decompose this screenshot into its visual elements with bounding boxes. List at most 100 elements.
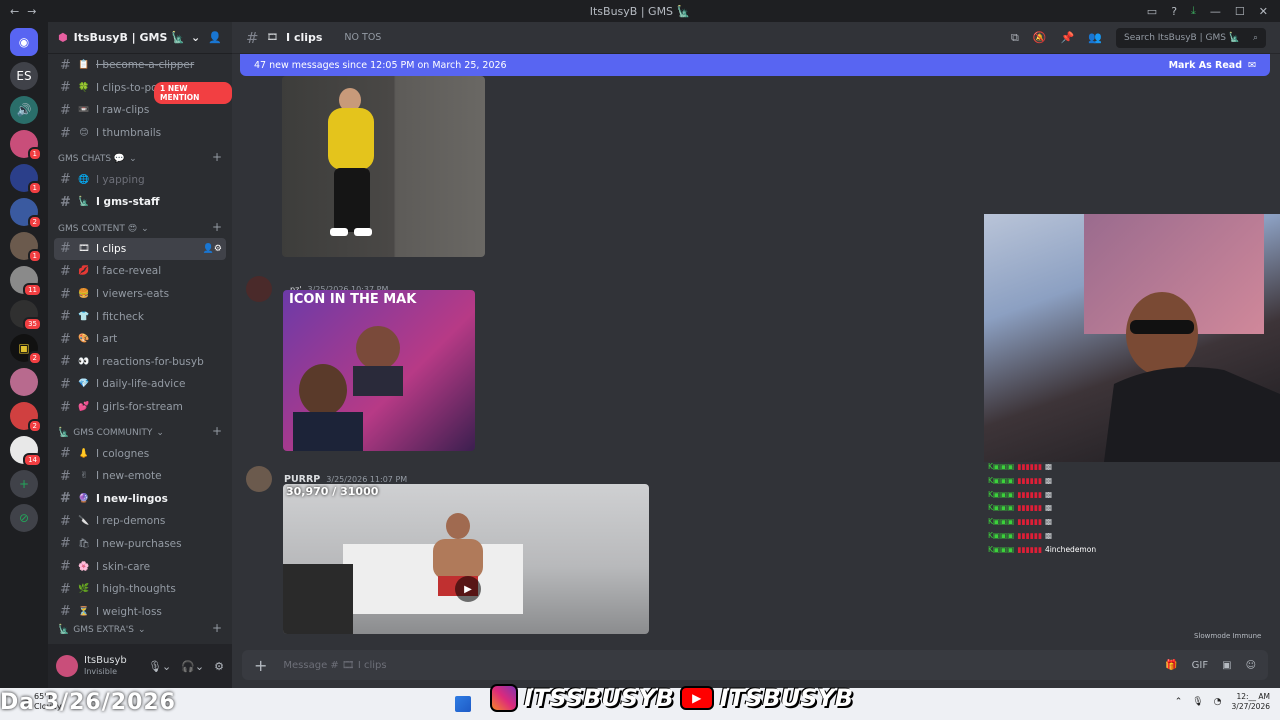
add-channel-icon[interactable]: + [212,220,222,234]
channel-item[interactable]: # 📋 I become-a-clipper [48,54,232,77]
badge-icons: K▣▣▣ [988,517,1015,527]
microphone-icon[interactable]: 🎙 [1192,697,1203,707]
badge-icons: K▣▣▣ [988,544,1015,554]
channel-emoji: 👃 [78,448,90,459]
server-icon[interactable]: 2 [10,198,42,229]
server-icon[interactable]: ES [10,62,38,90]
attach-plus-icon[interactable]: + [254,656,267,675]
clock[interactable]: 12:__ AM 3/27/2026 [1232,692,1270,712]
category-gms-extras[interactable]: 🗽 GMS EXTRA'S ⌄ + [48,621,232,639]
channel-item[interactable]: # 👃 I colognes [48,442,232,465]
channel-item[interactable]: # 🔮 I new-lingos [48,488,232,511]
search-input[interactable]: Search ItsBusyB | GMS 🗽 ⌕ [1116,27,1266,48]
channel-item[interactable]: # 🔪 I rep-demons [48,510,232,533]
channel-item[interactable]: # 🌸 I skin-care [48,555,232,578]
emote-icon: ▩ [1044,475,1053,485]
members-icon[interactable]: 👥 [1088,31,1102,44]
server-icon[interactable]: 🔊 [10,96,38,124]
channel-item[interactable]: # 🌿 I high-thoughts [48,578,232,601]
message-author[interactable]: PURRP [284,474,320,485]
play-icon[interactable]: ▶ [455,576,481,602]
message-timestamp: 3/25/2026 11:07 PM [326,474,408,484]
discord-home-icon[interactable]: ◉ [10,28,38,56]
channel-label: I face-reveal [96,265,162,278]
attachment-image[interactable] [282,76,485,257]
add-member-icon[interactable]: 👤 [208,31,222,44]
sticker-icon[interactable]: ▣ [1222,660,1231,671]
download-icon[interactable]: ⤓ [1191,4,1196,18]
badge-icons: K▣▣▣ [988,462,1015,471]
username: ItsBusyb [84,655,127,666]
server-icon[interactable]: 35 [10,300,42,331]
maximize-button[interactable]: ☐ [1235,5,1245,18]
add-channel-icon[interactable]: + [212,424,222,438]
windows-start-icon[interactable] [455,696,471,712]
chat-username: ▮▮▮▮▮▮ [1017,489,1042,499]
back-arrow-icon[interactable]: ← [10,5,19,18]
gif-icon[interactable]: GIF [1192,660,1208,671]
emoji-icon[interactable]: ☺ [1246,660,1256,671]
forward-arrow-icon[interactable]: → [27,5,36,18]
server-icon[interactable]: 14 [10,436,42,467]
mute-bell-icon[interactable]: 🔕 [1033,31,1047,44]
channel-item[interactable]: # 🗽 I gms-staff [48,191,232,214]
gift-icon[interactable]: 🎁 [1165,660,1177,671]
server-icon[interactable]: 2 [10,402,42,433]
server-icon[interactable]: 1 [10,130,42,161]
channel-item[interactable]: # 👀 I reactions-for-busyb [48,351,232,374]
category-gms-community[interactable]: 🗽 GMS COMMUNITY ⌄ + [48,418,232,442]
channel-item[interactable]: # 👕 I fitcheck [48,305,232,328]
microphone-icon[interactable]: 🎙⌄ [148,660,171,673]
chat-username: ▮▮▮▮▮▮ [1017,517,1042,527]
add-channel-icon[interactable]: + [212,621,222,635]
channel-item[interactable]: # 💋 I face-reveal [48,260,232,283]
mark-as-read-button[interactable]: Mark As Read [1169,60,1242,71]
window-title: ItsBusyB | GMS 🗽 [589,4,691,18]
channel-item[interactable]: # 🍔 I viewers-eats [48,283,232,306]
explore-icon[interactable]: ⊘ [10,504,38,532]
minimize-button[interactable]: — [1210,5,1221,18]
headphones-icon[interactable]: 🎧⌄ [181,660,204,673]
channel-item[interactable]: # 💕 I girls-for-stream [48,396,232,419]
add-server-icon[interactable]: + [10,470,38,498]
message-composer[interactable]: + Message # 🎞 I clips 🎁 GIF ▣ ☺ [242,650,1268,680]
guild-header[interactable]: ⬢ ItsBusyB | GMS 🗽 ⌄ 👤 [48,22,232,54]
add-channel-icon[interactable]: + [212,150,222,164]
category-gms-chats[interactable]: GMS CHATS 💬 ⌄ + [48,144,232,168]
help-icon[interactable]: ? [1171,5,1177,18]
chevron-down-icon: ⌄ [190,31,201,44]
server-icon[interactable]: 11 [10,266,42,297]
channel-item[interactable]: # 🌐 I yapping [48,168,232,191]
pin-icon[interactable]: 📌 [1061,31,1075,44]
channel-item[interactable]: # 🎨 I art [48,328,232,351]
channel-item[interactable]: # 🛍 I new-purchases [48,533,232,556]
new-messages-bar[interactable]: 47 new messages since 12:05 PM on March … [240,54,1270,76]
new-mention-pill[interactable]: 1 NEW MENTION [154,82,232,104]
server-icon[interactable]: ▣ 2 [10,334,42,365]
hash-icon: # [60,263,71,279]
user-panel: ItsBusyb Invisible 🎙⌄ 🎧⌄ ⚙ [48,644,232,688]
category-gms-content[interactable]: GMS CONTENT 😍 ⌄ + [48,214,232,238]
clock-date: 3/27/2026 [1231,702,1270,711]
channel-item-active[interactable]: # 🎞 I clips 👤⚙ [54,237,226,261]
wifi-icon[interactable]: ◔ [1214,697,1222,707]
avatar[interactable] [246,276,272,302]
attachment-video[interactable]: 30,970 / 31000 ▶ [283,484,649,634]
avatar[interactable] [246,466,272,492]
avatar[interactable] [56,655,78,677]
gear-icon[interactable]: ⚙ [214,660,224,673]
channel-item[interactable]: # ✌ I new-emote [48,465,232,488]
threads-icon[interactable]: ⧉ [1011,31,1019,45]
channel-item[interactable]: # 😊 I thumbnails [48,122,232,145]
channel-item[interactable]: # ⏳ I weight-loss [48,600,232,623]
screen-share-icon[interactable]: ▭ [1147,5,1157,18]
server-icon[interactable]: 1 [10,232,42,263]
server-icon[interactable] [10,368,38,396]
close-button[interactable]: ✕ [1259,5,1268,18]
channel-item[interactable]: # 💎 I daily-life-advice [48,373,232,396]
attachment-image[interactable]: ICON IN THE MAK [283,290,475,451]
server-icon[interactable]: 1 [10,164,42,195]
invite-settings-icon[interactable]: 👤⚙ [203,244,222,254]
emote-icon: ▩ [1044,517,1053,527]
chevron-up-icon[interactable]: ⌃ [1175,697,1183,707]
